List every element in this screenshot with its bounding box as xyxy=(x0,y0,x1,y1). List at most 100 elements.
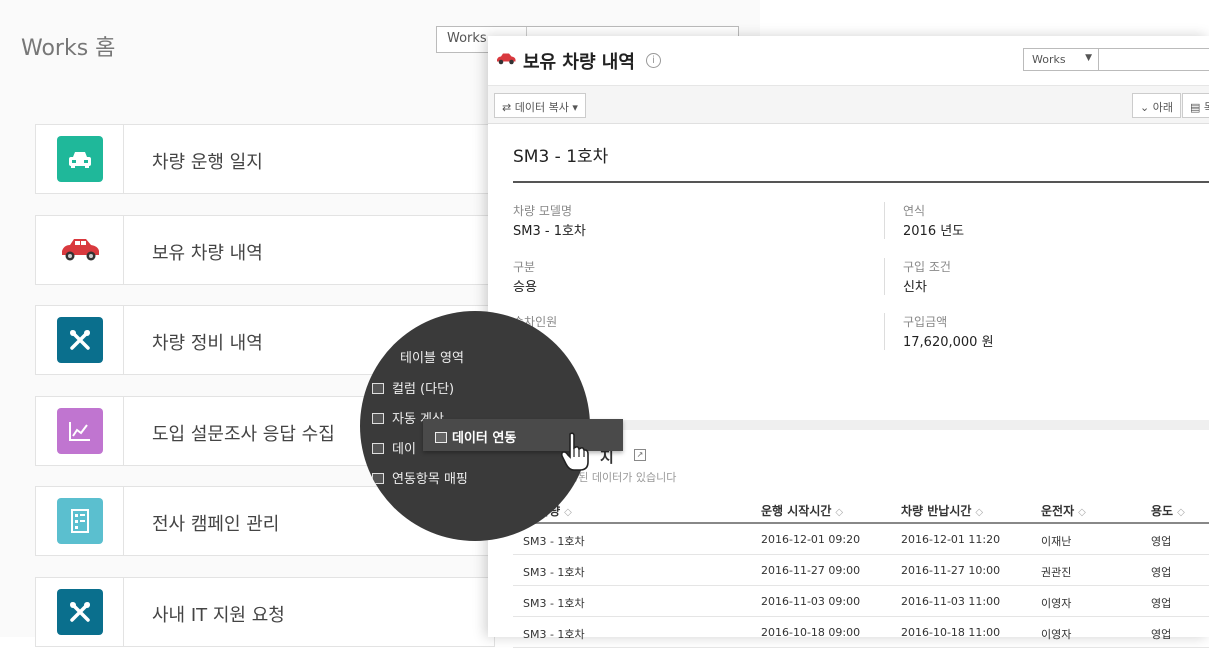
cell-purpose: 영업 xyxy=(1151,628,1172,641)
app-card-vehicle-log[interactable]: 차량 운행 일지 xyxy=(35,124,495,194)
cell-driver: 이영자 xyxy=(1041,628,1072,641)
sort-icon: ◇ xyxy=(564,507,572,518)
chart-icon xyxy=(57,408,103,454)
cell-vehicle: SM3 - 1호차 xyxy=(523,628,585,641)
cell-driver: 이영자 xyxy=(1041,597,1072,610)
record-detail: SM3 - 1호차 차량 모델명 SM3 - 1호차 연식 2016 년도 구분… xyxy=(488,124,1209,420)
column-header-start-time[interactable]: 운행 시작시간 ◇ xyxy=(761,502,843,519)
calculator-icon xyxy=(372,413,384,424)
modal-toolbar: ⇄ 데이터 복사 ▾ ⌄ 아래 ▤ 목 xyxy=(488,86,1209,124)
column-header-label: 운행 시작시간 xyxy=(761,504,832,518)
column-header-driver[interactable]: 운전자 ◇ xyxy=(1041,502,1086,519)
chevron-down-icon: ⌄ xyxy=(1140,101,1150,114)
title-divider xyxy=(513,181,1209,183)
cell-return-time: 2016-12-01 11:20 xyxy=(901,533,1001,546)
list-label: 목 xyxy=(1203,101,1209,114)
app-label: 차량 운행 일지 xyxy=(152,152,263,173)
field-value-price: 17,620,000 원 xyxy=(903,335,994,350)
header-search-input[interactable] xyxy=(1098,48,1209,71)
field-label-type: 구분 xyxy=(513,260,536,274)
field-divider xyxy=(884,258,885,295)
app-label: 사내 IT 지원 요청 xyxy=(152,605,285,626)
copy-data-button[interactable]: ⇄ 데이터 복사 ▾ xyxy=(494,93,586,118)
data-link-label-wrap: 데이터 연동 xyxy=(435,427,516,446)
sort-icon: ◇ xyxy=(1078,507,1086,518)
field-label-price: 구입금액 xyxy=(903,315,948,329)
menu-item-table-area[interactable]: 테이블 영역 xyxy=(400,347,464,366)
move-down-label: 아래 xyxy=(1152,101,1173,114)
column-header-label: 차량 반납시간 xyxy=(901,504,972,518)
red-car-icon xyxy=(57,227,103,273)
sort-icon: ◇ xyxy=(1177,507,1185,518)
mapping-icon xyxy=(372,473,384,484)
cell-purpose: 영업 xyxy=(1151,597,1172,610)
app-card-owned-vehicles[interactable]: 보유 차량 내역 xyxy=(35,215,495,285)
linked-data-table: 용차량◇ 운행 시작시간◇ 차량 반납시간◇ 운전자◇ 용도◇ SM3 - 1호… xyxy=(513,494,1209,648)
hand-pointer-icon xyxy=(560,432,590,476)
data-link-icon xyxy=(435,432,447,443)
external-link-icon[interactable]: ↗ xyxy=(634,449,646,461)
table-row[interactable]: SM3 - 1호차 2016-11-03 09:00 2016-11-03 11… xyxy=(513,586,1209,617)
app-icon-box xyxy=(36,487,124,555)
info-icon[interactable]: i xyxy=(646,53,661,68)
table-row[interactable]: SM3 - 1호차 2016-12-01 09:20 2016-12-01 11… xyxy=(513,524,1209,555)
app-icon-box xyxy=(36,578,124,646)
field-value-type: 승용 xyxy=(513,280,537,295)
car-front-icon xyxy=(57,136,103,182)
dropdown-arrow-icon: ▼ xyxy=(1085,53,1092,63)
column-header-purpose[interactable]: 용도 ◇ xyxy=(1151,502,1185,519)
page-title: Works 홈 xyxy=(21,36,116,61)
menu-item-data-link[interactable]: 데이터 연동 xyxy=(423,419,623,451)
cell-vehicle: SM3 - 1호차 xyxy=(523,535,585,548)
menu-item-label: 컬럼 (다단) xyxy=(392,382,455,397)
modal-header: 보유 차량 내역 i Works ▼ xyxy=(488,36,1209,86)
cell-driver: 이재난 xyxy=(1041,535,1072,548)
table-row[interactable]: SM3 - 1호차 2016-10-18 09:00 2016-10-18 11… xyxy=(513,617,1209,648)
cell-vehicle: SM3 - 1호차 xyxy=(523,566,585,579)
linked-data-section: 지 ↗ 연동된 데이터가 있습니다 용차량◇ 운행 시작시간◇ 차량 반납시간◇… xyxy=(488,430,1209,648)
field-label-year: 연식 xyxy=(903,204,926,218)
table-row[interactable]: SM3 - 1호차 2016-11-27 09:00 2016-11-27 10… xyxy=(513,555,1209,586)
menu-item-columns[interactable]: 컬럼 (다단) xyxy=(372,378,454,397)
app-label: 보유 차량 내역 xyxy=(152,243,263,264)
cell-start-time: 2016-11-03 09:00 xyxy=(761,595,861,608)
scope-select-value: Works xyxy=(1032,53,1066,66)
cell-return-time: 2016-10-18 11:00 xyxy=(901,626,1001,639)
cell-return-time: 2016-11-27 10:00 xyxy=(901,564,1001,577)
list-button[interactable]: ▤ 목 xyxy=(1182,93,1209,118)
field-value-year: 2016 년도 xyxy=(903,224,965,239)
cell-start-time: 2016-10-18 09:00 xyxy=(761,626,861,639)
app-label: 전사 캠페인 관리 xyxy=(152,514,280,535)
scope-select[interactable]: Works ▼ xyxy=(1023,48,1099,71)
app-label: 차량 정비 내역 xyxy=(152,333,263,354)
chevron-down-icon: ▾ xyxy=(572,101,578,114)
copy-data-label: 데이터 복사 xyxy=(514,101,569,114)
sort-icon: ◇ xyxy=(975,507,984,518)
field-divider xyxy=(884,202,885,239)
cell-return-time: 2016-11-03 11:00 xyxy=(901,595,1001,608)
cell-driver: 권관진 xyxy=(1041,566,1072,579)
menu-item-data[interactable]: 데이 xyxy=(372,438,416,457)
field-divider xyxy=(884,313,885,350)
column-header-label: 운전자 xyxy=(1041,504,1075,518)
cell-purpose: 영업 xyxy=(1151,566,1172,579)
cell-vehicle: SM3 - 1호차 xyxy=(523,597,585,610)
column-header-label: 용도 xyxy=(1151,504,1174,518)
app-icon-box xyxy=(36,397,124,465)
field-value-purchase-condition: 신차 xyxy=(903,280,927,295)
menu-item-label: 테이블 영역 xyxy=(400,351,464,366)
field-label-model: 차량 모델명 xyxy=(513,204,573,218)
field-label-purchase-condition: 구입 조건 xyxy=(903,260,951,274)
record-title: SM3 - 1호차 xyxy=(513,147,609,167)
move-down-button[interactable]: ⌄ 아래 xyxy=(1132,93,1181,118)
column-header-return-time[interactable]: 차량 반납시간 ◇ xyxy=(901,502,983,519)
column-icon xyxy=(372,383,384,394)
data-icon xyxy=(372,443,384,454)
data-link-label: 데이터 연동 xyxy=(452,431,517,446)
menu-item-mapping[interactable]: 연동항목 매핑 xyxy=(372,468,468,487)
cell-start-time: 2016-11-27 09:00 xyxy=(761,564,861,577)
wrench-icon xyxy=(57,589,103,635)
field-value-model: SM3 - 1호차 xyxy=(513,224,586,239)
app-icon-box xyxy=(36,216,124,284)
table-header-row: 용차량◇ 운행 시작시간◇ 차량 반납시간◇ 운전자◇ 용도◇ xyxy=(513,494,1209,524)
